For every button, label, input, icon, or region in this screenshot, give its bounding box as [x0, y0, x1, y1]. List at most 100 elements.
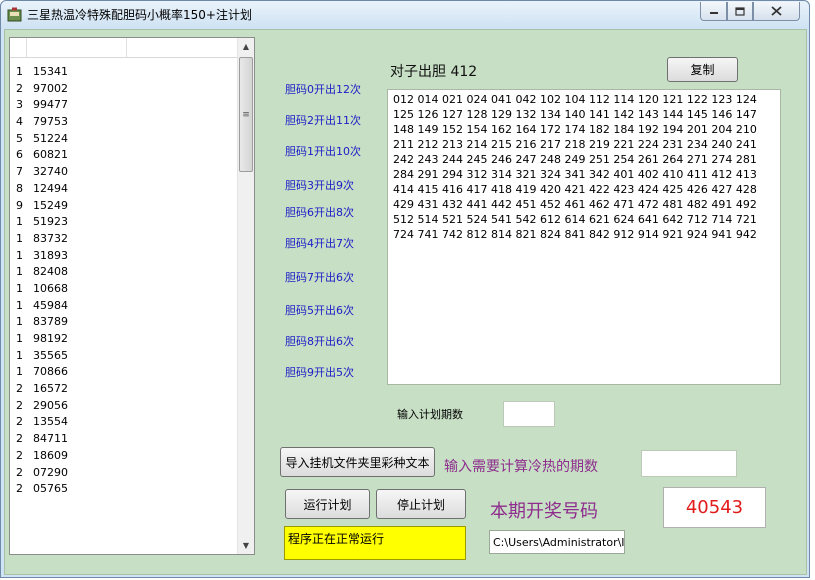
scroll-up-arrow-icon[interactable]: ▲: [238, 38, 254, 55]
list-item[interactable]: 3 99477: [10, 97, 239, 114]
list-item[interactable]: 2 29056: [10, 398, 239, 415]
list-item[interactable]: 1 31893: [10, 248, 239, 265]
list-rows: 1 15341 2 97002 3 99477 4 79753 5 51224 6 60821 7 327…: [10, 64, 239, 498]
plan-periods-label: 输入计划期数: [397, 408, 463, 421]
stat-label: 胆码9开出5次: [285, 366, 354, 379]
list-item[interactable]: 1 15341: [10, 64, 239, 81]
list-item-index: 1: [16, 281, 23, 295]
list-item[interactable]: 2 16572: [10, 381, 239, 398]
hotcold-periods-input[interactable]: [641, 450, 737, 477]
plan-periods-input[interactable]: [503, 401, 555, 427]
status-message: 程序正在正常运行: [284, 526, 466, 560]
list-item-index: 1: [16, 248, 23, 262]
list-item-number: 15249: [33, 198, 68, 212]
list-item-number: 97002: [33, 81, 68, 95]
list-item-number: 07290: [33, 465, 68, 479]
list-item-number: 84711: [33, 432, 68, 446]
list-item-number: 83732: [33, 231, 68, 245]
result-textarea[interactable]: 012 014 021 024 041 042 102 104 112 114 …: [387, 89, 781, 385]
list-item-index: 7: [16, 165, 23, 179]
list-item-index: 1: [16, 332, 23, 345]
list-item-index: 5: [16, 131, 23, 145]
list-item-number: 12494: [33, 181, 68, 195]
list-item[interactable]: 1 10668: [10, 281, 239, 298]
list-item-number: 83789: [33, 315, 68, 329]
list-item-index: 2: [16, 482, 23, 496]
list-item-index: 3: [16, 98, 23, 112]
list-item-index: 9: [16, 198, 23, 212]
list-item[interactable]: 2 84711: [10, 431, 239, 448]
list-item-number: 70866: [33, 365, 68, 379]
title-bar[interactable]: 三星热温冷特殊配胆码小概率150+注计划: [1, 1, 809, 28]
list-item-index: 1: [16, 215, 23, 229]
list-item[interactable]: 1 70866: [10, 364, 239, 381]
list-item[interactable]: 1 83732: [10, 231, 239, 248]
stat-label: 胆码4开出7次: [285, 237, 354, 250]
list-item[interactable]: 2 18609: [10, 448, 239, 465]
list-item-number: 60821: [33, 148, 68, 162]
run-plan-button[interactable]: 运行计划: [285, 489, 370, 519]
list-item[interactable]: 9 15249: [10, 198, 239, 215]
maximize-icon: [735, 6, 745, 16]
app-icon: [7, 7, 22, 22]
app-window: 三星热温冷特殊配胆码小概率150+注计划 1 15341 2 97002 3 99477 4…: [0, 0, 810, 578]
list-item[interactable]: 8 12494: [10, 181, 239, 198]
list-item[interactable]: 2 05765: [10, 481, 239, 498]
list-scrollbar[interactable]: ▲ ≡ ▼: [237, 38, 254, 554]
list-item-number: 45984: [33, 298, 68, 312]
stat-label: 胆码3开出9次: [285, 179, 354, 192]
list-item[interactable]: 1 98192: [10, 331, 239, 348]
close-icon: [771, 6, 782, 16]
file-path-field[interactable]: C:\Users\Administrator\I: [489, 530, 625, 554]
list-item-index: 1: [16, 315, 23, 329]
draw-history-list[interactable]: 1 15341 2 97002 3 99477 4 79753 5 51224 6 60821 7 327…: [9, 37, 255, 555]
list-header-col[interactable]: [27, 38, 127, 57]
list-item[interactable]: 2 97002: [10, 81, 239, 98]
list-item[interactable]: 1 82408: [10, 264, 239, 281]
list-item-number: 51224: [33, 131, 68, 145]
list-item[interactable]: 2 07290: [10, 465, 239, 482]
list-item-index: 2: [16, 398, 23, 412]
list-item-number: 98192: [33, 332, 68, 345]
list-item-number: 29056: [33, 398, 68, 412]
list-item-number: 32740: [33, 165, 68, 179]
close-button[interactable]: [753, 2, 800, 21]
list-item[interactable]: 2 13554: [10, 414, 239, 431]
list-header-col[interactable]: [10, 38, 27, 57]
list-item[interactable]: 7 32740: [10, 164, 239, 181]
scroll-down-arrow-icon[interactable]: ▼: [238, 537, 254, 554]
list-item-index: 1: [16, 231, 23, 245]
list-item-index: 8: [16, 181, 23, 195]
list-item[interactable]: 5 51224: [10, 131, 239, 148]
window-title: 三星热温冷特殊配胆码小概率150+注计划: [27, 8, 252, 22]
list-item-number: 05765: [33, 482, 68, 496]
list-item[interactable]: 1 45984: [10, 298, 239, 315]
stat-label: 胆码5开出6次: [285, 304, 354, 317]
list-item[interactable]: 4 79753: [10, 114, 239, 131]
minimize-icon: [709, 12, 718, 14]
minimize-button[interactable]: [700, 2, 727, 21]
list-item-number: 35565: [33, 348, 68, 362]
list-item-index: 1: [16, 265, 23, 279]
list-item-index: 1: [16, 65, 23, 78]
list-item-number: 79753: [33, 115, 68, 129]
list-header-col[interactable]: [127, 38, 239, 57]
maximize-button[interactable]: [727, 2, 753, 21]
list-item-number: 15341: [33, 65, 68, 78]
list-item[interactable]: 1 35565: [10, 348, 239, 365]
list-item[interactable]: 6 60821: [10, 147, 239, 164]
stop-plan-button[interactable]: 停止计划: [376, 489, 466, 519]
scroll-thumb[interactable]: ≡: [239, 57, 253, 172]
stat-label: 胆码2开出11次: [285, 114, 361, 127]
list-item[interactable]: 1 51923: [10, 214, 239, 231]
copy-button[interactable]: 复制: [667, 57, 738, 82]
list-item-number: 18609: [33, 448, 68, 462]
list-item-number: 13554: [33, 415, 68, 429]
stat-label: 胆码0开出12次: [285, 83, 361, 96]
list-item-index: 2: [16, 448, 23, 462]
import-file-button[interactable]: 导入挂机文件夹里彩种文本: [280, 447, 435, 477]
stat-label: 胆码7开出6次: [285, 271, 354, 284]
list-item[interactable]: 1 83789: [10, 314, 239, 331]
stat-label: 胆码6开出8次: [285, 206, 354, 219]
list-item-number: 31893: [33, 248, 68, 262]
